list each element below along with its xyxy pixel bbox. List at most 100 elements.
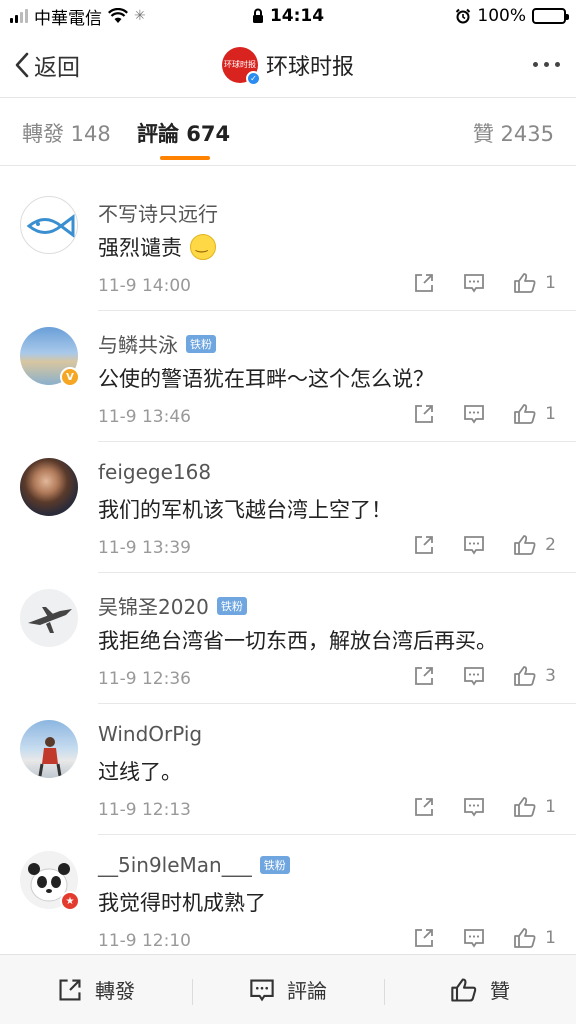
- comment-text: 我拒绝台湾省一切东西，解放台湾后再买。: [98, 629, 497, 653]
- comment-text: 我们的军机该飞越台湾上空了！: [98, 498, 392, 522]
- verified-icon: ✓: [245, 70, 261, 86]
- avatar[interactable]: ★: [20, 851, 80, 911]
- share-icon: [415, 667, 434, 685]
- share-icon: [59, 978, 81, 1001]
- avatar[interactable]: V: [20, 327, 80, 387]
- like-count: 3: [545, 666, 556, 686]
- wifi-icon: [108, 8, 128, 23]
- fan-badge: 铁粉: [186, 334, 216, 353]
- comment-time: 11-9 12:10: [98, 931, 191, 951]
- comment-item: V 与鳞共泳 铁粉 公使的警语犹在耳畔～这个怎么说？ 11-9 13:46 1: [0, 311, 576, 442]
- avatar[interactable]: [20, 720, 78, 778]
- like-button[interactable]: 贊: [384, 975, 576, 1005]
- back-button[interactable]: 返回: [14, 48, 80, 82]
- comment-icon: [464, 274, 485, 293]
- like-count: 1: [545, 404, 556, 424]
- comment-item: feigege168 我们的军机该飞越台湾上空了！ 11-9 13:39 2: [0, 442, 576, 573]
- signal-strength-icon: [10, 9, 28, 23]
- battery-percent: 100%: [477, 6, 526, 26]
- like-count: 1: [545, 928, 556, 948]
- carrier-name: 中華電信: [34, 8, 102, 29]
- status-bar: 中華電信 ✳ 14:14 100%: [0, 0, 576, 32]
- share-icon: [415, 405, 434, 423]
- thumbs-up-icon: [514, 535, 536, 555]
- thumbs-up-icon: [514, 273, 536, 293]
- share-button[interactable]: [413, 403, 435, 425]
- bottom-action-bar: 轉發 評論 贊: [0, 954, 576, 1024]
- comment-label: 評論: [287, 979, 327, 1003]
- username[interactable]: 不写诗只远行: [98, 198, 218, 227]
- thumbs-up-icon: [514, 404, 536, 424]
- comment-item: WindOrPig 过线了。 11-9 12:13 1: [0, 704, 576, 835]
- like-count: 1: [545, 273, 556, 293]
- reply-button[interactable]: [463, 272, 485, 294]
- reply-button[interactable]: [463, 403, 485, 425]
- smile-emoji-icon: [190, 234, 216, 260]
- share-icon: [415, 274, 434, 292]
- loading-spinner-icon: ✳: [134, 8, 146, 24]
- account-logo: 环球时报 ✓: [221, 46, 261, 86]
- share-button[interactable]: [413, 272, 435, 294]
- thumbs-up-icon: [514, 797, 536, 817]
- username[interactable]: __5in9leMan___: [98, 853, 252, 877]
- reply-button[interactable]: [463, 796, 485, 818]
- alarm-icon: [456, 8, 471, 24]
- comment-icon: [464, 536, 485, 555]
- like-button[interactable]: 1: [513, 796, 556, 818]
- comment-icon: [464, 929, 485, 948]
- comment-list: 不写诗只远行 强烈谴责 11-9 14:00 1 V 与鳞共泳铁粉 公使的警语犹…: [0, 180, 576, 966]
- nav-bar: 返回 环球时报 ✓ 环球时报: [0, 32, 576, 98]
- like-button[interactable]: 2: [513, 534, 556, 556]
- fan-badge: 铁粉: [259, 856, 290, 874]
- fan-badge: 铁粉: [216, 596, 247, 615]
- share-icon: [415, 798, 434, 816]
- battery-icon: [532, 8, 569, 24]
- username[interactable]: 与鳞共泳: [98, 329, 178, 358]
- tab-comment[interactable]: 評論 674: [137, 118, 230, 148]
- like-button[interactable]: 3: [513, 665, 556, 687]
- comment-icon: [464, 667, 485, 686]
- comment-time: 11-9 12:13: [98, 800, 191, 820]
- share-button[interactable]: [413, 665, 435, 687]
- repost-button[interactable]: 轉發: [0, 975, 192, 1004]
- comment-icon: [464, 405, 485, 424]
- account-name: 环球时报: [265, 54, 354, 80]
- comment-text: 公使的警语犹在耳畔～这个怎么说？: [98, 367, 434, 391]
- comment-text: 我觉得时机成熟了: [98, 891, 266, 915]
- tab-bar: 轉發 148 評論 674 贊 2435: [0, 98, 576, 166]
- reply-button[interactable]: [463, 927, 485, 949]
- like-button[interactable]: 1: [513, 927, 556, 949]
- comment-item: ★ __5in9leMan___ 铁粉 我觉得时机成熟了 11-9 12:10 1: [0, 835, 576, 966]
- comment-time: 11-9 13:46: [98, 407, 191, 427]
- like-count: 2: [545, 535, 556, 555]
- active-tab-indicator: [160, 156, 210, 160]
- comment-time: 11-9 13:39: [98, 538, 191, 558]
- reply-button[interactable]: [463, 534, 485, 556]
- username[interactable]: feigege168: [98, 460, 211, 484]
- reply-button[interactable]: [463, 665, 485, 687]
- username[interactable]: WindOrPig: [98, 722, 202, 746]
- status-time: 14:14: [269, 6, 325, 26]
- share-button[interactable]: [413, 534, 435, 556]
- tab-repost[interactable]: 轉發 148: [22, 118, 111, 148]
- repost-label: 轉發: [95, 979, 135, 1003]
- verified-icon: V: [60, 367, 80, 387]
- share-button[interactable]: [413, 927, 435, 949]
- comment-item: 不写诗只远行 强烈谴责 11-9 14:00 1: [0, 180, 576, 311]
- comment-item: 吴锦圣2020 铁粉 我拒绝台湾省一切东西，解放台湾后再买。 11-9 12:36…: [0, 573, 576, 704]
- like-button[interactable]: 1: [513, 403, 556, 425]
- share-button[interactable]: [413, 796, 435, 818]
- comment-button[interactable]: 評論: [192, 975, 384, 1005]
- account-header[interactable]: 环球时报 ✓ 环球时报: [188, 46, 388, 86]
- avatar[interactable]: [20, 589, 78, 647]
- like-button[interactable]: 1: [513, 272, 556, 294]
- tab-like[interactable]: 贊 2435: [473, 118, 554, 148]
- comment-icon: [464, 798, 485, 817]
- comment-icon: [250, 978, 274, 1001]
- avatar[interactable]: [20, 196, 78, 254]
- more-options-icon[interactable]: [533, 62, 560, 67]
- share-icon: [415, 536, 434, 554]
- username[interactable]: 吴锦圣2020: [98, 591, 209, 620]
- avatar[interactable]: [20, 458, 78, 516]
- chevron-left-icon: [15, 52, 29, 77]
